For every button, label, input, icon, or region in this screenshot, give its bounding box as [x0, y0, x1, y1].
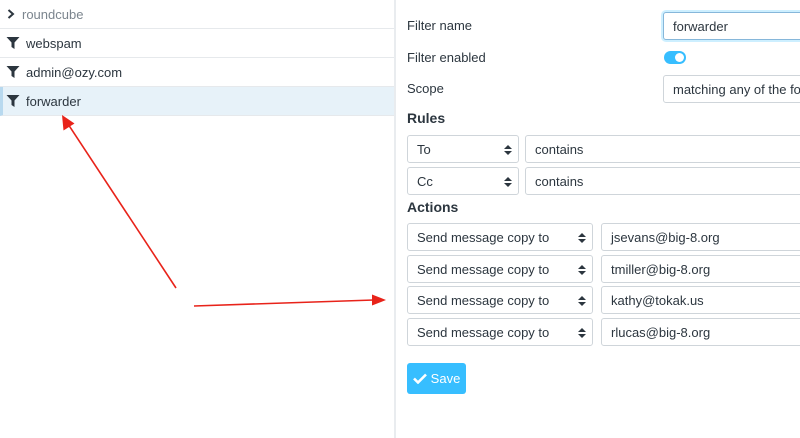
select-arrows-icon: [578, 233, 586, 243]
save-button[interactable]: Save: [407, 363, 466, 394]
rule-header-value: Cc: [417, 173, 433, 189]
rule-header-value: To: [417, 141, 431, 157]
scope-value: matching any of the follow: [673, 81, 800, 97]
toggle-knob: [675, 53, 684, 62]
check-icon: [412, 373, 427, 384]
filter-list: roundcube webspam admin@ozy.com forwarde…: [0, 0, 394, 438]
rule-operator-select[interactable]: contains: [525, 135, 800, 163]
chevron-right-icon[interactable]: [6, 9, 16, 19]
filter-name-input[interactable]: forwarder: [663, 12, 800, 40]
filter-icon: [6, 94, 20, 108]
select-arrows-icon: [504, 177, 512, 187]
action-target-input[interactable]: kathy@tokak.us: [601, 286, 800, 314]
action-target-input[interactable]: tmiller@big-8.org: [601, 255, 800, 283]
actions-heading: Actions: [407, 199, 459, 215]
select-arrows-icon: [504, 145, 512, 155]
filter-set-label: roundcube: [22, 6, 84, 22]
rules-heading: Rules: [407, 110, 446, 126]
action-type-value: Send message copy to: [417, 292, 550, 308]
filter-item-label: webspam: [26, 35, 82, 51]
filter-item-label: admin@ozy.com: [26, 64, 123, 80]
action-type-select[interactable]: Send message copy to: [407, 318, 593, 346]
filter-enabled-label: Filter enabled: [407, 50, 486, 65]
select-arrows-icon: [578, 296, 586, 306]
action-type-value: Send message copy to: [417, 261, 550, 277]
action-target-input[interactable]: rlucas@big-8.org: [601, 318, 800, 346]
rule-header-select[interactable]: To: [407, 135, 519, 163]
select-arrows-icon: [578, 328, 586, 338]
filter-icon: [6, 65, 20, 79]
action-target-input[interactable]: jsevans@big-8.org: [601, 223, 800, 251]
action-type-value: Send message copy to: [417, 324, 550, 340]
filter-item-admin[interactable]: admin@ozy.com: [0, 58, 394, 87]
filter-name-label: Filter name: [407, 18, 473, 33]
select-arrows-icon: [578, 265, 586, 275]
action-type-select[interactable]: Send message copy to: [407, 223, 593, 251]
filter-icon: [6, 36, 20, 50]
filter-item-label: forwarder: [26, 93, 81, 109]
action-type-select[interactable]: Send message copy to: [407, 255, 593, 283]
action-type-select[interactable]: Send message copy to: [407, 286, 593, 314]
filter-item-forwarder[interactable]: forwarder: [0, 87, 394, 116]
filter-set-roundcube[interactable]: roundcube: [0, 0, 394, 29]
save-label: Save: [430, 371, 461, 386]
scope-label: Scope: [407, 81, 444, 96]
rule-header-select[interactable]: Cc: [407, 167, 519, 195]
filter-item-webspam[interactable]: webspam: [0, 29, 394, 58]
filter-form: Filter name forwarder Filter enabled Sco…: [396, 0, 800, 438]
action-type-value: Send message copy to: [417, 229, 550, 245]
filter-enabled-toggle[interactable]: [664, 51, 686, 64]
rule-operator-select[interactable]: contains: [525, 167, 800, 195]
scope-select[interactable]: matching any of the follow: [663, 75, 800, 103]
